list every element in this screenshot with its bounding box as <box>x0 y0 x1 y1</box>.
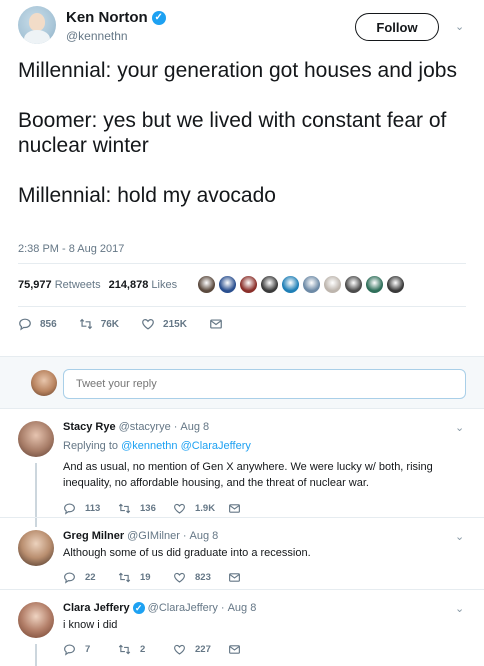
reply-text: i know i did <box>63 619 118 631</box>
reply-compose-bar <box>0 356 484 409</box>
reply-author-name[interactable]: Stacy Rye <box>63 421 116 433</box>
retweet-icon <box>118 503 131 514</box>
dot-separator: · <box>220 602 225 614</box>
author-name[interactable]: Ken Norton ✓ <box>66 9 166 26</box>
reply-action[interactable]: 113 <box>63 502 118 515</box>
likes-stat[interactable]: 214,878 Likes <box>109 279 178 291</box>
reply-actions: 7 2 227 <box>63 643 283 656</box>
reply-header: Greg Milner @GIMilner · Aug 8 <box>63 530 218 542</box>
liker-avatar[interactable] <box>260 275 279 294</box>
main-tweet: Ken Norton ✓ @kennethn Follow ⌄ Millenni… <box>0 0 484 345</box>
reply-date[interactable]: Aug 8 <box>180 421 209 433</box>
reply-text: Although some of us did graduate into a … <box>63 547 311 559</box>
retweets-stat[interactable]: 75,977 Retweets <box>18 279 101 291</box>
like-action[interactable]: 1.9K <box>173 502 228 515</box>
retweet-icon <box>118 572 131 583</box>
direct-message-action[interactable] <box>228 571 283 584</box>
heart-icon <box>174 572 185 583</box>
tweet-text: Millennial: your generation got houses a… <box>18 59 457 207</box>
reply-input[interactable] <box>63 369 466 399</box>
like-action[interactable]: 215K <box>141 317 187 331</box>
retweet-action[interactable]: 19 <box>118 571 173 584</box>
reply-date[interactable]: Aug 8 <box>190 530 219 542</box>
liker-avatar[interactable] <box>239 275 258 294</box>
direct-message-action[interactable] <box>228 643 283 656</box>
reply-header: Stacy Rye @stacyrye · Aug 8 <box>63 421 209 433</box>
retweet-action[interactable]: 2 <box>118 643 173 656</box>
more-options-chevron-down-icon[interactable]: ⌄ <box>455 20 464 33</box>
reply-author-handle[interactable]: @stacyrye <box>119 421 171 433</box>
liker-avatar[interactable] <box>365 275 384 294</box>
reply-action[interactable]: 7 <box>63 643 118 656</box>
more-options-chevron-down-icon[interactable]: ⌄ <box>455 421 464 434</box>
liker-avatar[interactable] <box>323 275 342 294</box>
tweet-actions: 856 76K 215K <box>18 317 245 331</box>
tweet-stats: 75,977 Retweets 214,878 Likes <box>18 279 177 291</box>
like-action[interactable]: 227 <box>173 643 228 656</box>
author-handle[interactable]: @kennethn <box>66 29 128 43</box>
avatar[interactable] <box>18 6 56 44</box>
retweet-icon <box>79 318 92 330</box>
avatar[interactable] <box>18 421 54 457</box>
more-options-chevron-down-icon[interactable]: ⌄ <box>455 602 464 615</box>
heart-icon <box>174 644 185 655</box>
dot-separator: · <box>182 530 187 542</box>
liker-avatar[interactable] <box>302 275 321 294</box>
replying-to-handles[interactable]: @kennethn @ClaraJeffery <box>121 440 251 452</box>
reply-action[interactable]: 856 <box>18 317 57 331</box>
divider <box>0 517 484 518</box>
reply-actions: 113 136 1.9K <box>63 502 283 515</box>
heart-icon <box>142 319 154 330</box>
replying-to: Replying to @kennethn @ClaraJeffery <box>63 440 251 452</box>
liker-avatar[interactable] <box>386 275 405 294</box>
envelope-icon <box>229 504 240 513</box>
tweet-timestamp[interactable]: 2:38 PM - 8 Aug 2017 <box>18 243 124 255</box>
liker-avatars <box>197 275 405 294</box>
retweet-action[interactable]: 76K <box>79 317 119 331</box>
author-display-name[interactable]: Ken Norton <box>66 9 148 26</box>
reply-author-name[interactable]: Clara Jeffery <box>63 602 130 614</box>
reply-author-handle[interactable]: @GIMilner <box>127 530 180 542</box>
verified-badge-icon: ✓ <box>132 602 145 614</box>
reply-icon <box>64 572 75 584</box>
envelope-icon <box>210 319 222 329</box>
reply-text: And as usual, no mention of Gen X anywhe… <box>63 461 433 489</box>
reply-action[interactable]: 22 <box>63 571 118 584</box>
envelope-icon <box>229 645 240 654</box>
reply-header: Clara Jeffery ✓ @ClaraJeffery · Aug 8 <box>63 602 256 614</box>
reply-author-name[interactable]: Greg Milner <box>63 530 124 542</box>
divider <box>18 263 466 264</box>
reply-author-handle[interactable]: @ClaraJeffery <box>148 602 218 614</box>
reply-icon <box>64 503 75 515</box>
divider <box>0 589 484 590</box>
avatar[interactable] <box>18 530 54 566</box>
like-action[interactable]: 823 <box>173 571 228 584</box>
liker-avatar[interactable] <box>197 275 216 294</box>
reply-icon <box>19 318 31 331</box>
retweet-action[interactable]: 136 <box>118 502 173 515</box>
direct-message-action[interactable] <box>228 502 283 515</box>
avatar[interactable] <box>18 602 54 638</box>
current-user-avatar <box>31 370 57 396</box>
reply-date[interactable]: Aug 8 <box>228 602 257 614</box>
liker-avatar[interactable] <box>218 275 237 294</box>
follow-button[interactable]: Follow <box>355 13 439 41</box>
reply-actions: 22 19 823 <box>63 571 283 584</box>
heart-icon <box>174 503 185 514</box>
reply-icon <box>64 644 75 656</box>
liker-avatar[interactable] <box>281 275 300 294</box>
direct-message-action[interactable] <box>209 317 223 331</box>
thread-line <box>35 644 37 666</box>
divider <box>18 306 466 307</box>
liker-avatar[interactable] <box>344 275 363 294</box>
dot-separator: · <box>173 421 178 433</box>
retweet-icon <box>118 644 131 655</box>
more-options-chevron-down-icon[interactable]: ⌄ <box>455 530 464 543</box>
envelope-icon <box>229 573 240 582</box>
verified-badge-icon: ✓ <box>151 10 166 25</box>
